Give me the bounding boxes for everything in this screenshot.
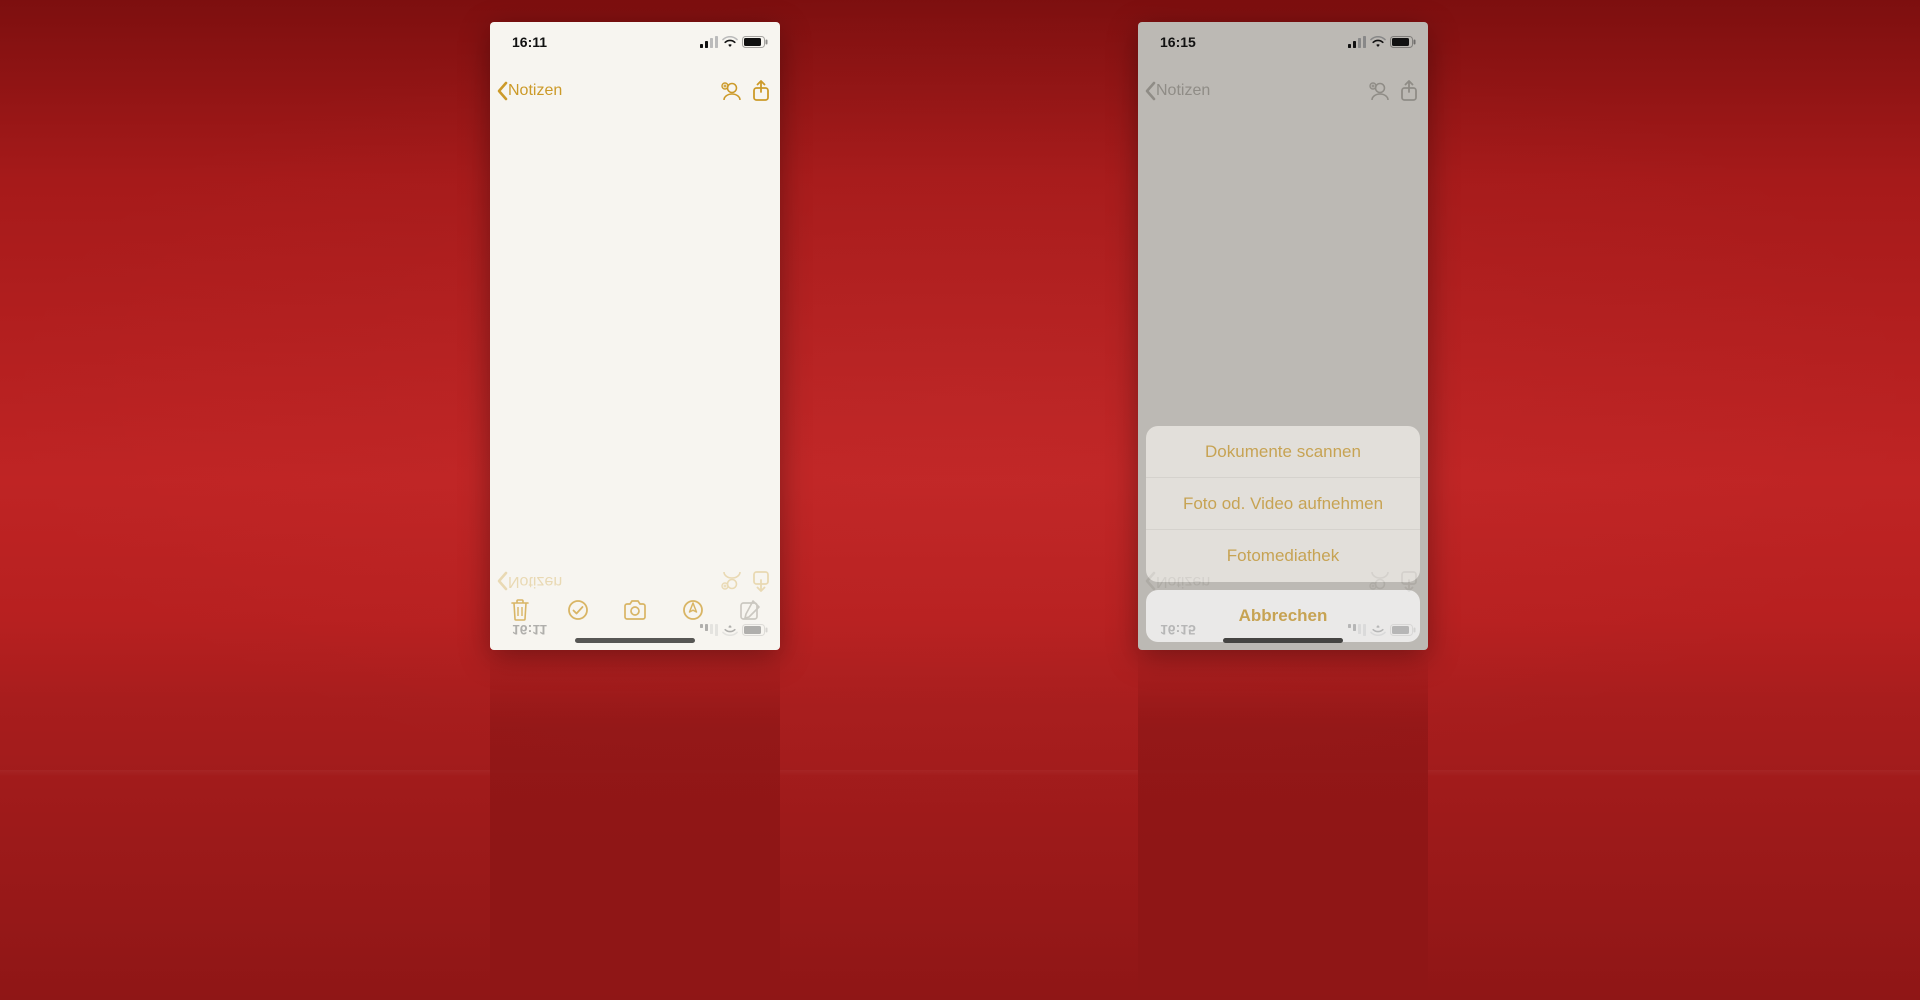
phone-right-wrap: 16:15 [1138, 22, 1428, 650]
trash-button[interactable] [506, 598, 534, 622]
home-indicator[interactable] [1223, 638, 1343, 643]
nav-right [718, 80, 770, 102]
phone-right: 16:15 [1138, 22, 1428, 650]
home-indicator[interactable] [575, 638, 695, 643]
phone-left: 16:11 [490, 22, 780, 650]
wifi-icon [722, 36, 738, 48]
draw-button[interactable] [679, 599, 707, 621]
status-time: 16:11 [512, 34, 547, 50]
pen-tip-icon [682, 599, 704, 621]
floor-highlight [0, 770, 1920, 776]
camera-button[interactable] [621, 599, 649, 621]
note-body[interactable] [490, 114, 780, 590]
check-circle-icon [567, 599, 589, 621]
compose-button[interactable] [736, 599, 764, 621]
sheet-item-capture[interactable]: Foto od. Video aufnehmen [1146, 478, 1420, 530]
battery-icon [742, 36, 768, 48]
cellular-icon [700, 36, 718, 48]
sheet-item-scan[interactable]: Dokumente scannen [1146, 426, 1420, 478]
back-button[interactable]: Notizen [496, 81, 562, 101]
status-bar: 16:11 [490, 22, 780, 62]
nav-bar: Notizen [490, 72, 780, 110]
compose-icon [739, 599, 761, 621]
trash-icon [509, 598, 531, 622]
reflection-fade [490, 650, 780, 990]
phone-left-wrap: 16:11 [490, 22, 780, 650]
collaborate-button[interactable] [718, 81, 742, 101]
status-icons [700, 36, 768, 48]
sheet-item-library[interactable]: Fotomediathek [1146, 530, 1420, 582]
checklist-button[interactable] [564, 599, 592, 621]
action-sheet: Dokumente scannen Foto od. Video aufnehm… [1146, 426, 1420, 642]
bottom-toolbar [490, 590, 780, 630]
share-button[interactable] [752, 80, 770, 102]
share-icon [752, 80, 770, 102]
action-sheet-group: Dokumente scannen Foto od. Video aufnehm… [1146, 426, 1420, 582]
sheet-cancel[interactable]: Abbrechen [1146, 590, 1420, 642]
stage: 16:11 [0, 0, 1920, 1000]
back-label: Notizen [508, 82, 562, 100]
reflection-fade [1138, 650, 1428, 990]
camera-icon [622, 599, 648, 621]
person-add-icon [718, 81, 742, 101]
